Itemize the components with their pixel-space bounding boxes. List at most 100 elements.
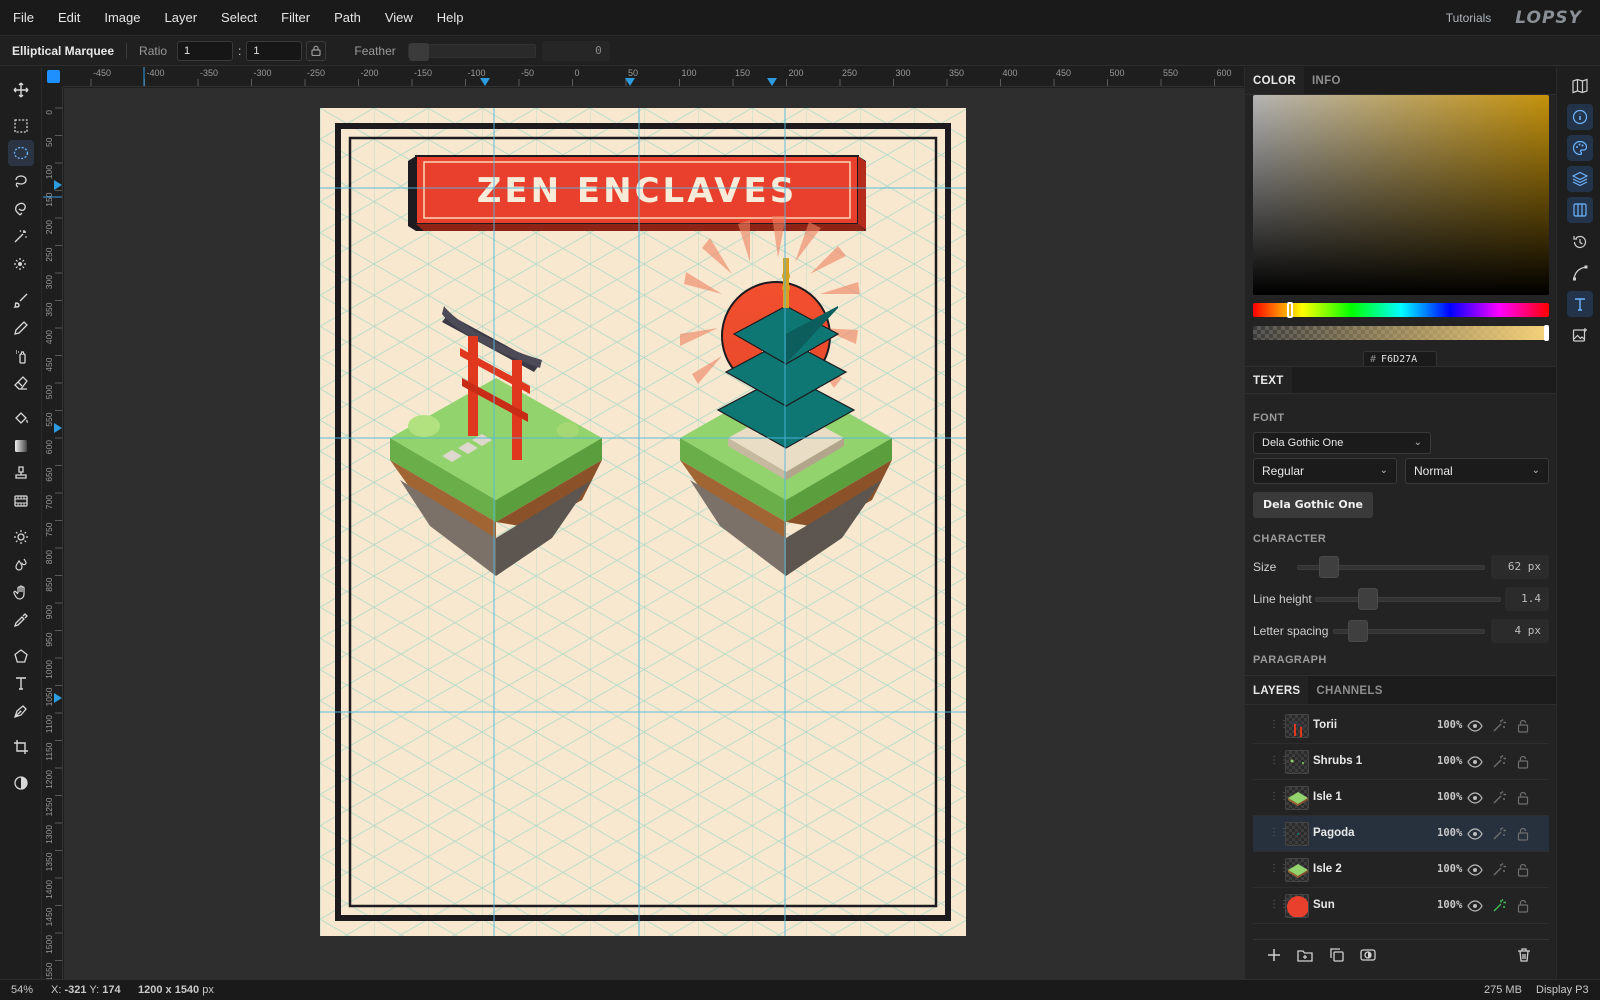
ruler-corner[interactable] <box>43 67 63 87</box>
crop-tool[interactable] <box>8 734 34 760</box>
alpha-slider[interactable] <box>1253 325 1549 341</box>
tab-color[interactable]: COLOR <box>1245 67 1305 94</box>
effects-icon[interactable] <box>1491 862 1507 878</box>
layer-name[interactable]: Isle 1 <box>1313 791 1342 803</box>
eye-icon[interactable] <box>1467 790 1483 806</box>
alpha-slider-thumb[interactable] <box>1544 325 1549 341</box>
mask-icon[interactable] <box>1359 946 1377 964</box>
text-tool[interactable] <box>8 670 34 696</box>
letter-spacing-value-field[interactable]: 4 px <box>1491 619 1549 643</box>
tutorials-link[interactable]: Tutorials <box>1446 11 1492 25</box>
effects-icon[interactable] <box>1491 754 1507 770</box>
layer-opacity[interactable]: 100% <box>1437 863 1462 875</box>
line-height-value-field[interactable]: 1.4 <box>1505 587 1549 611</box>
size-value-field[interactable]: 62 px <box>1491 555 1549 579</box>
document-canvas[interactable]: ZEN ENCLAVES <box>320 108 966 936</box>
font-weight-select[interactable]: Regular ⌄ <box>1253 458 1397 484</box>
eye-icon[interactable] <box>1467 862 1483 878</box>
brush-tool[interactable] <box>8 287 34 313</box>
lock-icon[interactable] <box>1515 718 1531 734</box>
lasso-tool[interactable] <box>8 168 34 194</box>
navigator-button[interactable] <box>1567 73 1593 99</box>
layer-opacity[interactable]: 100% <box>1437 899 1462 911</box>
layer-row[interactable]: ⋮⋮ Pagoda 100% <box>1253 816 1549 852</box>
layer-opacity[interactable]: 100% <box>1437 755 1462 767</box>
guide-marker[interactable] <box>54 423 62 433</box>
line-height-slider[interactable] <box>1315 597 1501 602</box>
effects-icon[interactable] <box>1491 898 1507 914</box>
menu-help[interactable]: Help <box>425 0 476 36</box>
menu-filter[interactable]: Filter <box>269 0 322 36</box>
layer-row[interactable]: ⋮⋮ Sun 100% <box>1253 888 1549 924</box>
canvas-viewport[interactable]: ZEN ENCLAVES <box>64 88 1244 979</box>
magnetic-lasso-tool[interactable] <box>8 196 34 222</box>
letter-spacing-slider-thumb[interactable] <box>1348 620 1368 642</box>
quick-select-tool[interactable] <box>8 251 34 277</box>
font-family-select[interactable]: Dela Gothic One ⌄ <box>1253 432 1431 454</box>
layer-opacity[interactable]: 100% <box>1437 719 1462 731</box>
ratio-height-input[interactable]: 1 <box>246 40 303 61</box>
layer-name[interactable]: Sun <box>1313 899 1335 911</box>
filmstrip-tool[interactable] <box>8 488 34 514</box>
eye-icon[interactable] <box>1467 898 1483 914</box>
text-panel-button[interactable] <box>1567 291 1593 317</box>
font-preview-button[interactable]: Dela Gothic One <box>1253 492 1373 518</box>
menu-path[interactable]: Path <box>322 0 373 36</box>
effects-icon[interactable] <box>1491 790 1507 806</box>
hand-tool[interactable] <box>8 579 34 605</box>
tab-layers[interactable]: LAYERS <box>1245 676 1309 704</box>
blur-tool[interactable] <box>8 552 34 578</box>
add-layer-icon[interactable] <box>1265 946 1283 964</box>
dodge-tool[interactable] <box>8 524 34 550</box>
feather-slider-thumb[interactable] <box>408 42 429 61</box>
tab-info[interactable]: INFO <box>1304 67 1349 94</box>
spray-tool[interactable] <box>8 343 34 369</box>
feather-slider[interactable] <box>407 42 536 61</box>
menu-image[interactable]: Image <box>92 0 152 36</box>
menu-edit[interactable]: Edit <box>46 0 92 36</box>
layer-name[interactable]: Torii <box>1313 719 1337 731</box>
menu-file[interactable]: File <box>0 0 46 36</box>
lock-icon[interactable] <box>1515 898 1531 914</box>
layer-row[interactable]: ⋮⋮ Isle 2 100% <box>1253 852 1549 888</box>
image-panel-button[interactable] <box>1567 322 1593 348</box>
effects-icon[interactable] <box>1491 718 1507 734</box>
color-saturation-field[interactable] <box>1253 95 1549 295</box>
history-panel-button[interactable] <box>1567 229 1593 255</box>
trash-icon[interactable] <box>1515 946 1533 964</box>
horizontal-ruler[interactable]: -450 -400 -350 -300 -250 -200 -150 -100 -50 0 50 10… <box>63 67 1243 87</box>
duplicate-layer-icon[interactable] <box>1328 946 1346 964</box>
ratio-width-input[interactable]: 1 <box>177 40 234 61</box>
layer-row[interactable]: ⋮⋮ Shrubs 1 100% <box>1253 744 1549 780</box>
eye-icon[interactable] <box>1467 718 1483 734</box>
gradient-tool[interactable] <box>8 433 34 459</box>
vertical-ruler[interactable]: 0 50 100 150 200 250 300 350 400 450 500 550 600 650 7… <box>43 87 63 979</box>
channels-panel-button[interactable] <box>1567 197 1593 223</box>
contrast-toggle[interactable] <box>8 770 34 796</box>
layer-name[interactable]: Isle 2 <box>1313 863 1342 875</box>
rect-marquee-tool[interactable] <box>8 113 34 139</box>
hue-slider-thumb[interactable] <box>1287 302 1293 318</box>
menu-layer[interactable]: Layer <box>153 0 210 36</box>
effects-icon[interactable] <box>1491 826 1507 842</box>
eye-icon[interactable] <box>1467 754 1483 770</box>
menu-view[interactable]: View <box>373 0 425 36</box>
line-height-slider-thumb[interactable] <box>1358 588 1378 610</box>
ellipse-marquee-tool[interactable] <box>8 140 34 166</box>
new-group-icon[interactable] <box>1296 946 1314 964</box>
hue-slider[interactable] <box>1253 302 1549 318</box>
layers-panel-button[interactable] <box>1567 166 1593 192</box>
layer-name[interactable]: Shrubs 1 <box>1313 755 1362 767</box>
guide-marker[interactable] <box>54 180 62 190</box>
fill-tool[interactable] <box>8 405 34 431</box>
lock-icon[interactable] <box>1515 754 1531 770</box>
layer-row[interactable]: ⋮⋮ Torii 100% <box>1253 708 1549 744</box>
pencil-tool[interactable] <box>8 315 34 341</box>
layer-name[interactable]: Pagoda <box>1313 827 1355 839</box>
shape-tool[interactable] <box>8 643 34 669</box>
layer-opacity[interactable]: 100% <box>1437 827 1462 839</box>
zoom-level[interactable]: 54% <box>11 984 33 996</box>
guide-marker[interactable] <box>767 78 777 86</box>
pen-tool[interactable] <box>8 698 34 724</box>
eyedropper-tool[interactable] <box>8 607 34 633</box>
